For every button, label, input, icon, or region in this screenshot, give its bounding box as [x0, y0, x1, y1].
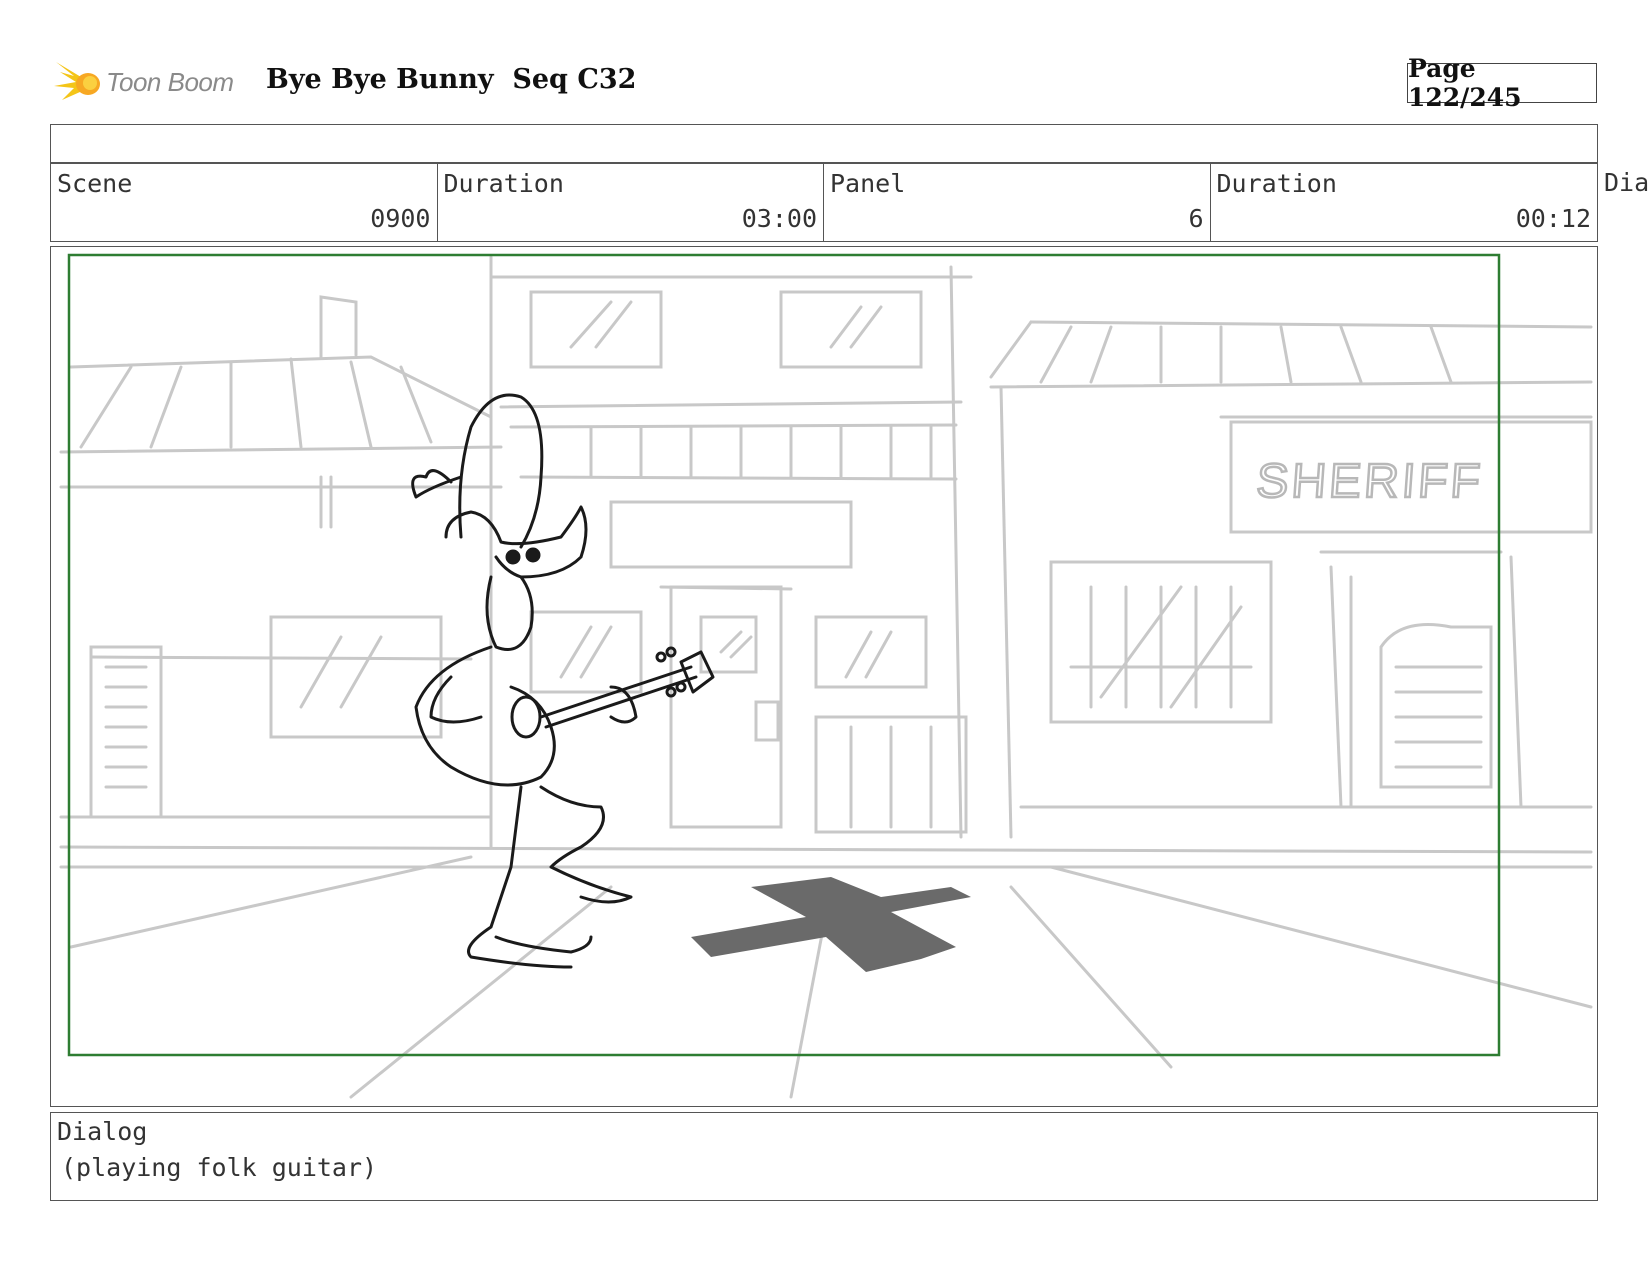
dialog-text: (playing folk guitar): [61, 1153, 378, 1182]
sun-burst-icon: [54, 62, 100, 100]
scene-duration-value: 03:00: [741, 204, 817, 233]
dialog-box: Dialog (playing folk guitar): [50, 1112, 1598, 1201]
panel-duration-label: Duration: [1216, 169, 1337, 198]
panel-duration-cell: Duration 00:12: [1211, 163, 1598, 241]
cross-shadow: [691, 877, 971, 972]
panel-duration-value: 00:12: [1515, 204, 1591, 233]
dialog-label: Dialog: [57, 1117, 148, 1146]
scene-info-row: Scene 0900 Duration 03:00 Panel 6 Durati…: [50, 162, 1598, 242]
scene-duration-cell: Duration 03:00: [438, 163, 824, 241]
panel-label: Panel: [830, 169, 906, 198]
storyboard-title: Bye Bye Bunny Seq C32: [266, 64, 637, 95]
panel-value: 6: [1188, 204, 1204, 233]
storyboard-panel: SHERIFF: [50, 246, 1598, 1107]
sheriff-sign-text: SHERIFF: [1255, 455, 1485, 508]
scene-value: 0900: [370, 204, 431, 233]
scene-label: Scene: [57, 169, 133, 198]
header-blank-row: [50, 124, 1598, 164]
panel-cell: Panel 6: [824, 163, 1211, 241]
scene-cell: Scene 0900: [51, 163, 438, 241]
guitar-character: [411, 393, 715, 969]
page-number: Page 122/245: [1407, 54, 1597, 112]
panel-sketch: SHERIFF: [59, 253, 1593, 1099]
dialog-column-label-cut: Dia: [1604, 168, 1650, 197]
scene-duration-label: Duration: [443, 169, 564, 198]
background-sketch: [59, 255, 1593, 1099]
toon-boom-logo: Toon Boom: [52, 56, 234, 108]
logo-text: Toon Boom: [106, 66, 234, 97]
